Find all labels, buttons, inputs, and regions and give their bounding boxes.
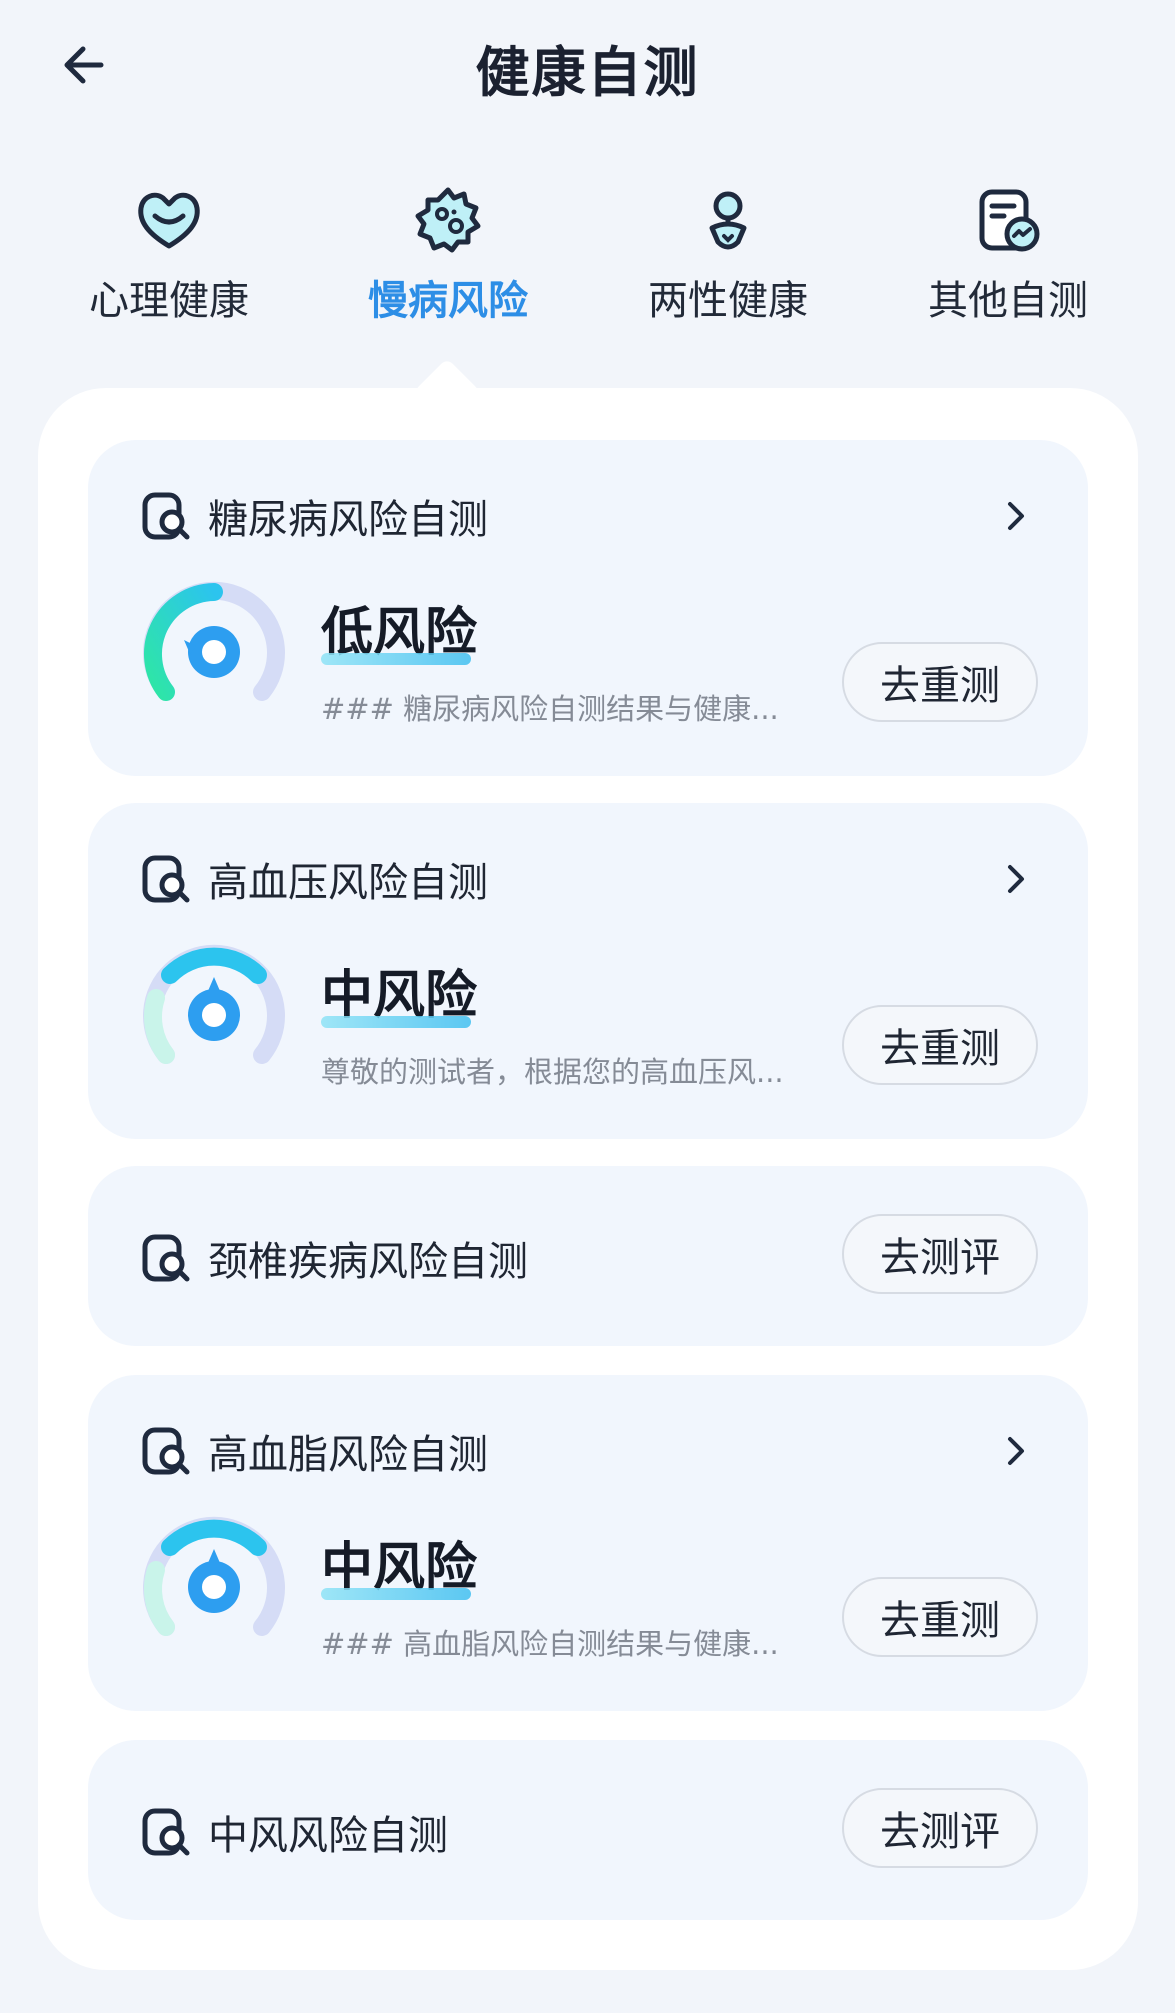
tab-label: 心理健康 xyxy=(89,278,249,324)
tab-label: 两性健康 xyxy=(648,278,808,324)
test-card-hyperlipidemia[interactable]: 高血脂风险自测 中风险 ### 高血脂风险自测结果与健康... 去重测 xyxy=(88,1375,1088,1711)
card-header: 糖尿病风险自测 xyxy=(140,488,488,544)
risk-description: ### 高血脂风险自测结果与健康... xyxy=(321,1627,779,1661)
test-card-cervical[interactable]: 颈椎疾病风险自测 去测评 xyxy=(88,1166,1088,1346)
search-doc-icon xyxy=(142,1427,190,1475)
retest-button[interactable]: 去重测 xyxy=(842,1577,1038,1657)
search-doc-icon xyxy=(142,1808,190,1856)
header: 健康自测 xyxy=(0,0,1175,130)
risk-gauge-icon xyxy=(140,1515,288,1645)
card-header: 高血压风险自测 xyxy=(140,851,488,907)
search-doc-icon xyxy=(142,1234,190,1282)
start-test-button[interactable]: 去测评 xyxy=(842,1214,1038,1294)
tab-sexual-health[interactable]: 两性健康 xyxy=(608,180,848,326)
tab-other-tests[interactable]: 其他自测 xyxy=(888,180,1128,326)
risk-gauge-icon xyxy=(140,943,288,1073)
start-test-button[interactable]: 去测评 xyxy=(842,1788,1038,1868)
risk-underline xyxy=(321,1016,471,1028)
chevron-right-icon[interactable] xyxy=(996,1431,1036,1471)
risk-description: ### 糖尿病风险自测结果与健康... xyxy=(321,692,779,726)
risk-underline xyxy=(321,653,471,665)
card-title: 中风风险自测 xyxy=(208,1813,448,1859)
risk-description: 尊敬的测试者，根据您的高血压风... xyxy=(321,1055,784,1089)
card-header: 颈椎疾病风险自测 xyxy=(140,1230,528,1286)
card-title: 糖尿病风险自测 xyxy=(208,497,488,543)
gender-icon xyxy=(688,180,768,260)
card-header: 中风风险自测 xyxy=(140,1804,448,1860)
report-icon xyxy=(968,180,1048,260)
retest-button[interactable]: 去重测 xyxy=(842,1005,1038,1085)
tab-label: 其他自测 xyxy=(928,278,1088,324)
retest-button[interactable]: 去重测 xyxy=(842,642,1038,722)
tab-chronic-risk[interactable]: 慢病风险 xyxy=(328,180,568,326)
card-header: 高血脂风险自测 xyxy=(140,1423,488,1479)
test-card-stroke[interactable]: 中风风险自测 去测评 xyxy=(88,1740,1088,1920)
heart-icon xyxy=(129,180,209,260)
category-tabs: 心理健康 慢病风险 两性健康 其他自测 xyxy=(0,180,1175,340)
card-title: 高血压风险自测 xyxy=(208,860,488,906)
risk-gauge-icon xyxy=(140,580,288,710)
search-doc-icon xyxy=(142,855,190,903)
test-card-hypertension[interactable]: 高血压风险自测 中风险 尊敬的测试者，根据您的高血压风... 去重测 xyxy=(88,803,1088,1139)
search-doc-icon xyxy=(142,492,190,540)
virus-icon xyxy=(408,180,488,260)
tab-label: 慢病风险 xyxy=(368,278,528,324)
tab-mental-health[interactable]: 心理健康 xyxy=(49,180,289,326)
card-title: 高血脂风险自测 xyxy=(208,1432,488,1478)
page-title: 健康自测 xyxy=(475,41,700,104)
card-title: 颈椎疾病风险自测 xyxy=(208,1239,528,1285)
chevron-right-icon[interactable] xyxy=(996,859,1036,899)
risk-underline xyxy=(321,1588,471,1600)
test-card-diabetes[interactable]: 糖尿病风险自测 低风险 ### 糖尿病风险自测结果与健康... 去重测 xyxy=(88,440,1088,776)
chevron-right-icon[interactable] xyxy=(996,496,1036,536)
